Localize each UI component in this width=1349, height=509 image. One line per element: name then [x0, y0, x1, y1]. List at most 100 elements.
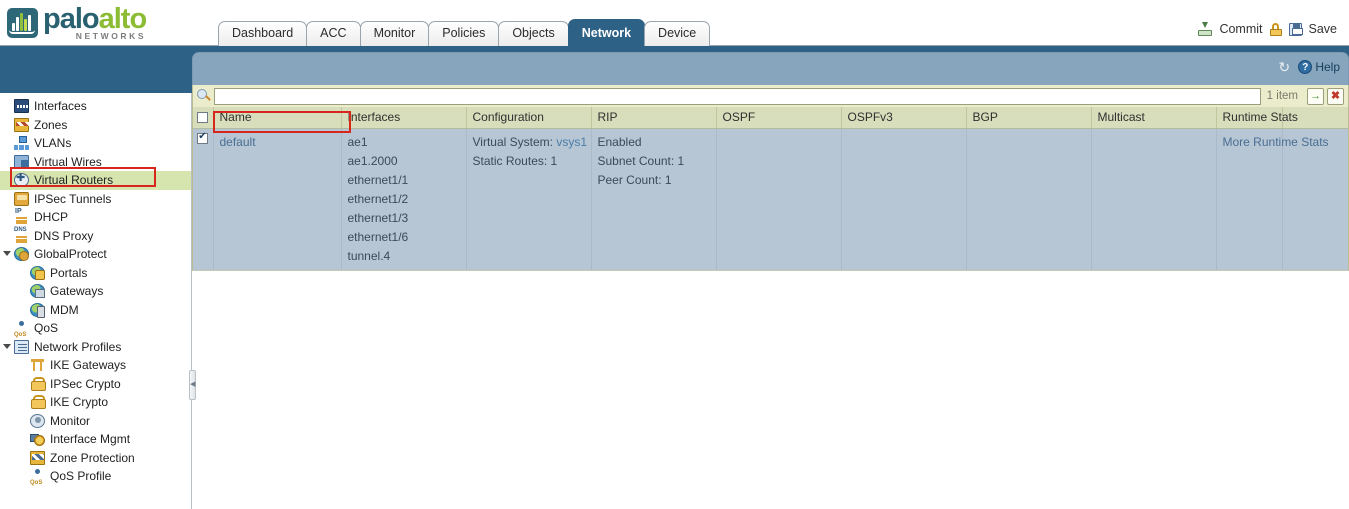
- virtual-wires-icon: [14, 154, 29, 169]
- select-all-checkbox[interactable]: [197, 112, 209, 124]
- chevron-down-icon[interactable]: [3, 343, 11, 349]
- globalprotect-icon: [14, 247, 29, 262]
- search-clear-button[interactable]: ✖: [1327, 87, 1344, 105]
- tab-dashboard[interactable]: Dashboard: [218, 21, 308, 46]
- sidebar-item-globalprotect[interactable]: GlobalProtect: [0, 245, 191, 264]
- cell-runtime-stats: More Runtime Stats: [1216, 128, 1329, 270]
- sidebar-item-label: VLANs: [34, 136, 72, 151]
- chevron-down-icon[interactable]: [3, 251, 11, 256]
- sidebar-item-dhcp[interactable]: DHCP: [0, 208, 191, 227]
- sidebar-item-network-profiles[interactable]: Network Profiles: [0, 338, 191, 357]
- sidebar-item-monitor[interactable]: Monitor: [0, 412, 191, 431]
- cell-multicast: [1091, 128, 1217, 270]
- column-header-configuration[interactable]: Configuration: [466, 107, 592, 129]
- zones-icon: [14, 117, 29, 132]
- sidebar-item-label: Network Profiles: [34, 339, 122, 354]
- save-button[interactable]: Save: [1309, 22, 1338, 36]
- sidebar-item-ipsec-crypto[interactable]: IPSec Crypto: [0, 375, 191, 394]
- cell-interfaces: ae1 ae1.2000 ethernet1/1 ethernet1/2 etherne…: [341, 128, 467, 270]
- column-header-multicast[interactable]: Multicast: [1091, 107, 1217, 129]
- static-routes-line: Static Routes: 1: [472, 153, 558, 168]
- vlans-icon: [14, 136, 29, 151]
- portals-icon: [30, 265, 45, 280]
- row-checkbox[interactable]: [197, 131, 209, 144]
- column-header-runtime-stats[interactable]: Runtime Stats: [1216, 107, 1298, 129]
- sidebar-item-ike-crypto[interactable]: IKE Crypto: [0, 393, 191, 412]
- sidebar-item-label: IKE Crypto: [50, 395, 109, 410]
- ipsec-tunnels-icon: [14, 191, 29, 206]
- sidebar-item-virtual-routers[interactable]: Virtual Routers: [0, 171, 191, 190]
- select-all-header: [193, 107, 214, 129]
- virtual-system-link[interactable]: vsys1: [556, 135, 587, 149]
- commit-button[interactable]: Commit: [1219, 22, 1262, 36]
- column-header-rip[interactable]: RIP: [591, 107, 717, 129]
- interface-entry: ethernet1/3: [347, 210, 409, 225]
- more-runtime-stats-link[interactable]: More Runtime Stats: [1223, 133, 1329, 152]
- tab-policies[interactable]: Policies: [428, 21, 500, 46]
- sidebar-item-virtual-wires[interactable]: Virtual Wires: [0, 153, 191, 172]
- virtual-routers-table: Name Interfaces Configuration RIP OSPF OSPFv3…: [192, 107, 1349, 271]
- sidebar-item-gateways[interactable]: Gateways: [0, 282, 191, 301]
- sidebar-item-zone-protection[interactable]: Zone Protection: [0, 449, 191, 468]
- sidebar-item-label: Zone Protection: [50, 450, 135, 465]
- sidebar-item-zones[interactable]: Zones: [0, 116, 191, 135]
- sidebar-item-label: Gateways: [50, 284, 104, 299]
- lock-icon[interactable]: [1269, 22, 1282, 36]
- logo-mark-icon: [7, 8, 38, 38]
- sidebar-item-qos-profile[interactable]: QoS Profile: [0, 467, 191, 486]
- sidebar-item-label: Portals: [50, 265, 88, 280]
- sidebar-item-ike-gateways[interactable]: IKE Gateways: [0, 356, 191, 375]
- sidebar-item-label: IPSec Crypto: [50, 376, 121, 391]
- sidebar-item-qos[interactable]: QoS: [0, 319, 191, 338]
- row-select-cell: [193, 128, 214, 270]
- sidebar-item-portals[interactable]: Portals: [0, 264, 191, 283]
- tab-network[interactable]: Network: [567, 19, 646, 46]
- column-header-ospf[interactable]: OSPF: [716, 107, 842, 129]
- cell-ospf: [716, 128, 842, 270]
- sidebar-item-ipsec-tunnels[interactable]: IPSec Tunnels: [0, 190, 191, 209]
- table-row[interactable]: default ae1 ae1.2000 ethernet1/1 ethernet1/2…: [193, 128, 1348, 270]
- qos-icon: [14, 321, 29, 338]
- search-row: 1 item → ✖: [192, 85, 1349, 107]
- item-count-label: 1 item: [1266, 90, 1298, 102]
- rip-line: Enabled: [597, 134, 642, 149]
- sidebar-item-vlans[interactable]: VLANs: [0, 134, 191, 153]
- sidebar-item-label: DNS Proxy: [34, 228, 94, 243]
- cell-configuration: Virtual System: vsys1 Static Routes: 1: [466, 128, 592, 270]
- virtual-routers-panel: ↻ ? Help 1 item → ✖ Name Interfaces Conf…: [192, 52, 1349, 278]
- table-body: default ae1 ae1.2000 ethernet1/1 ethernet1/2…: [193, 128, 1348, 270]
- column-header-bgp[interactable]: BGP: [966, 107, 1092, 129]
- tab-objects[interactable]: Objects: [498, 21, 569, 46]
- column-header-interfaces[interactable]: Interfaces: [341, 107, 467, 129]
- sidebar-item-label: MDM: [50, 302, 79, 317]
- sidebar-item-label: QoS: [34, 321, 59, 336]
- top-right-actions: Commit Save: [1198, 22, 1337, 36]
- sidebar-item-interfaces[interactable]: Interfaces: [0, 97, 191, 116]
- sidebar-item-label: Monitor: [50, 413, 91, 428]
- panel-header-actions: ↻ ? Help: [1278, 60, 1340, 74]
- column-header-ospfv3[interactable]: OSPFv3: [841, 107, 967, 129]
- column-header-name[interactable]: Name: [213, 107, 342, 129]
- tab-monitor[interactable]: Monitor: [359, 21, 430, 46]
- sidebar-splitter-handle[interactable]: ◀: [189, 370, 196, 400]
- sidebar-item-label: Zones: [34, 117, 68, 132]
- save-icon[interactable]: [1288, 22, 1303, 36]
- sidebar-item-mdm[interactable]: MDM: [0, 301, 191, 320]
- commit-icon[interactable]: [1198, 22, 1213, 36]
- search-apply-button[interactable]: →: [1307, 87, 1324, 105]
- dhcp-icon: [14, 208, 29, 225]
- sidebar-item-label: IPSec Tunnels: [34, 191, 112, 206]
- tab-device[interactable]: Device: [644, 21, 711, 46]
- search-icon[interactable]: [197, 89, 211, 103]
- sidebar-item-dns-proxy[interactable]: DNS Proxy: [0, 227, 191, 246]
- refresh-icon[interactable]: ↻: [1278, 60, 1292, 74]
- interface-entry: ae1: [347, 134, 368, 149]
- cell-spacer: [1282, 128, 1348, 270]
- interface-entry: ethernet1/6: [347, 229, 409, 244]
- search-input[interactable]: [214, 87, 1261, 105]
- help-button[interactable]: ? Help: [1298, 60, 1340, 74]
- tab-acc[interactable]: ACC: [306, 21, 361, 46]
- dns-proxy-icon: [14, 227, 29, 243]
- virtual-router-name-link[interactable]: default: [220, 133, 335, 152]
- sidebar-item-interface-mgmt[interactable]: Interface Mgmt: [0, 430, 191, 449]
